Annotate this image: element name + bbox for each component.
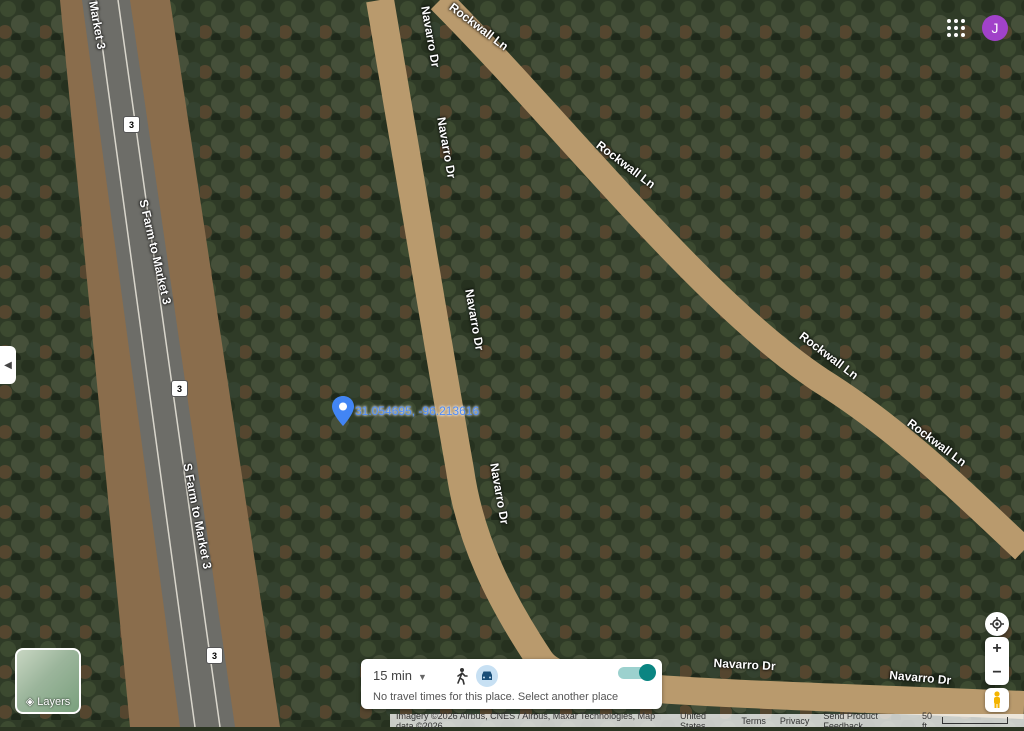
side-panel-toggle[interactable]: ◀: [0, 346, 16, 384]
scale-label: 50 ft: [921, 710, 932, 731]
scale-bar[interactable]: 50 ft: [922, 711, 1008, 731]
chevron-down-icon: ▼: [418, 672, 427, 682]
privacy-link[interactable]: Privacy: [780, 716, 810, 726]
pegman-icon[interactable]: [985, 688, 1009, 712]
country-link[interactable]: United States: [680, 711, 727, 731]
satellite-map[interactable]: [0, 0, 1024, 727]
account-avatar[interactable]: J: [982, 15, 1008, 41]
terms-link[interactable]: Terms: [741, 716, 766, 726]
imagery-attribution: Imagery ©2026 Airbus, CNES / Airbus, Max…: [396, 710, 656, 731]
chevron-left-icon: ◀: [4, 359, 12, 371]
travel-time-value: 15 min: [373, 668, 413, 683]
route-shield: 3: [206, 647, 223, 664]
travel-toggle[interactable]: [618, 664, 656, 681]
map-pin-icon[interactable]: [332, 396, 354, 426]
zoom-out-button[interactable]: −: [985, 661, 1009, 685]
layers-label: Layers: [37, 695, 71, 708]
my-location-icon: [990, 617, 1004, 631]
apps-grid-icon[interactable]: [947, 19, 965, 37]
travel-time-panel: 15 min ▼ No travel times for this place. …: [361, 659, 662, 709]
layers-button[interactable]: ◈ Layers: [15, 648, 81, 714]
travel-time-message: No travel times for this place. Select a…: [373, 691, 619, 703]
layers-icon: ◈: [25, 696, 35, 708]
travel-time-dropdown[interactable]: 15 min ▼: [373, 668, 427, 683]
map-footer: Imagery ©2026 Airbus, CNES / Airbus, Max…: [390, 711, 1024, 731]
my-location-button[interactable]: [985, 612, 1009, 636]
feedback-link[interactable]: Send Product Feedback: [823, 711, 908, 731]
route-shield: 3: [171, 380, 188, 397]
zoom-controls: + −: [985, 637, 1009, 685]
pin-coordinates[interactable]: 31.054695, -96.213616: [355, 404, 479, 418]
zoom-in-button[interactable]: +: [985, 637, 1009, 661]
walk-icon[interactable]: [453, 667, 471, 685]
car-icon[interactable]: [476, 665, 498, 687]
route-shield: 3: [123, 116, 140, 133]
